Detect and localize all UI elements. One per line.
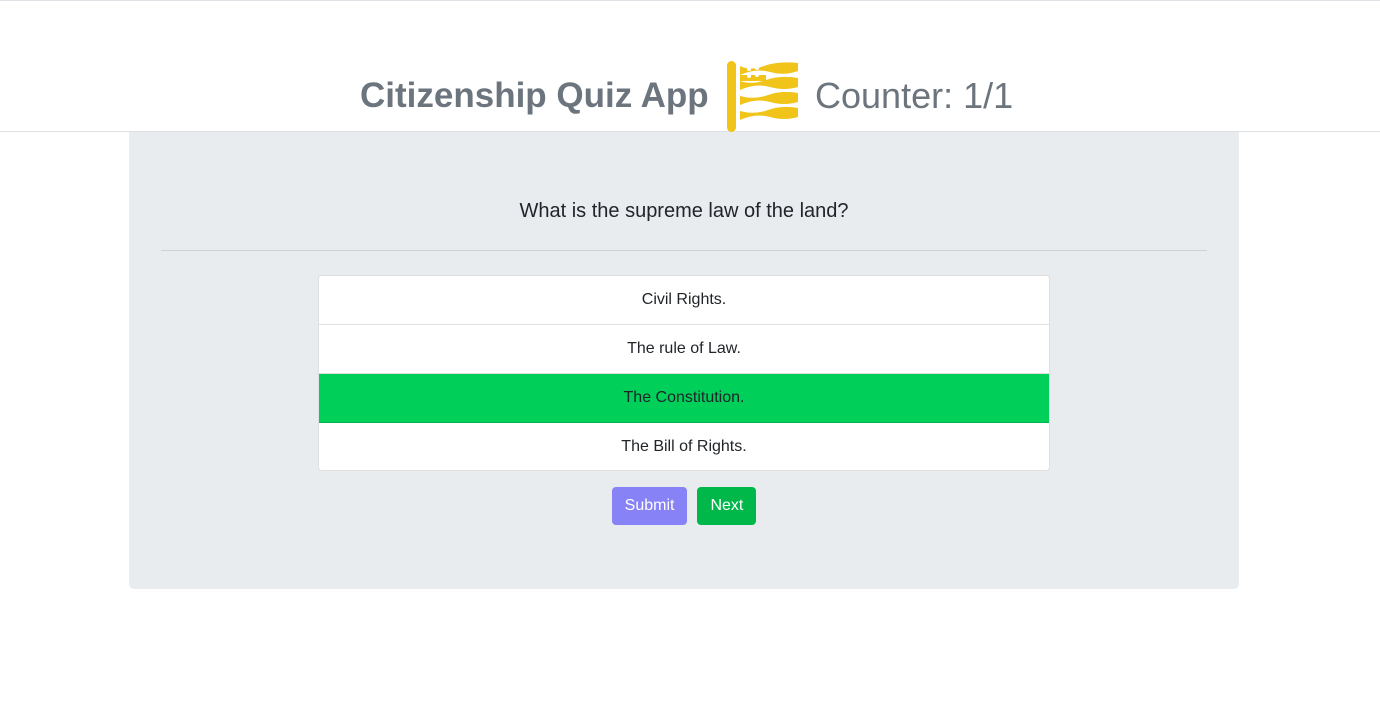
- next-button[interactable]: Next: [697, 487, 757, 525]
- question-counter: Counter: 1/1: [815, 75, 1014, 116]
- answer-option-selected[interactable]: The Constitution.: [319, 374, 1049, 423]
- app-title: Citizenship Quiz App: [360, 76, 709, 115]
- question-text: What is the supreme law of the land?: [519, 200, 849, 222]
- button-row: Submit Next: [129, 487, 1239, 525]
- submit-button[interactable]: Submit: [611, 487, 688, 525]
- us-flag-icon: [726, 60, 800, 132]
- answer-option[interactable]: The rule of Law.: [319, 325, 1049, 374]
- quiz-panel: What is the supreme law of the land? Civ…: [129, 132, 1239, 589]
- answer-option[interactable]: Civil Rights.: [319, 276, 1049, 325]
- divider: [161, 250, 1207, 251]
- header: Citizenship Quiz App Counter: 1/1: [0, 1, 1380, 132]
- answer-option[interactable]: The Bill of Rights.: [319, 423, 1049, 470]
- answer-list: Civil Rights. The rule of Law. The Const…: [318, 275, 1050, 471]
